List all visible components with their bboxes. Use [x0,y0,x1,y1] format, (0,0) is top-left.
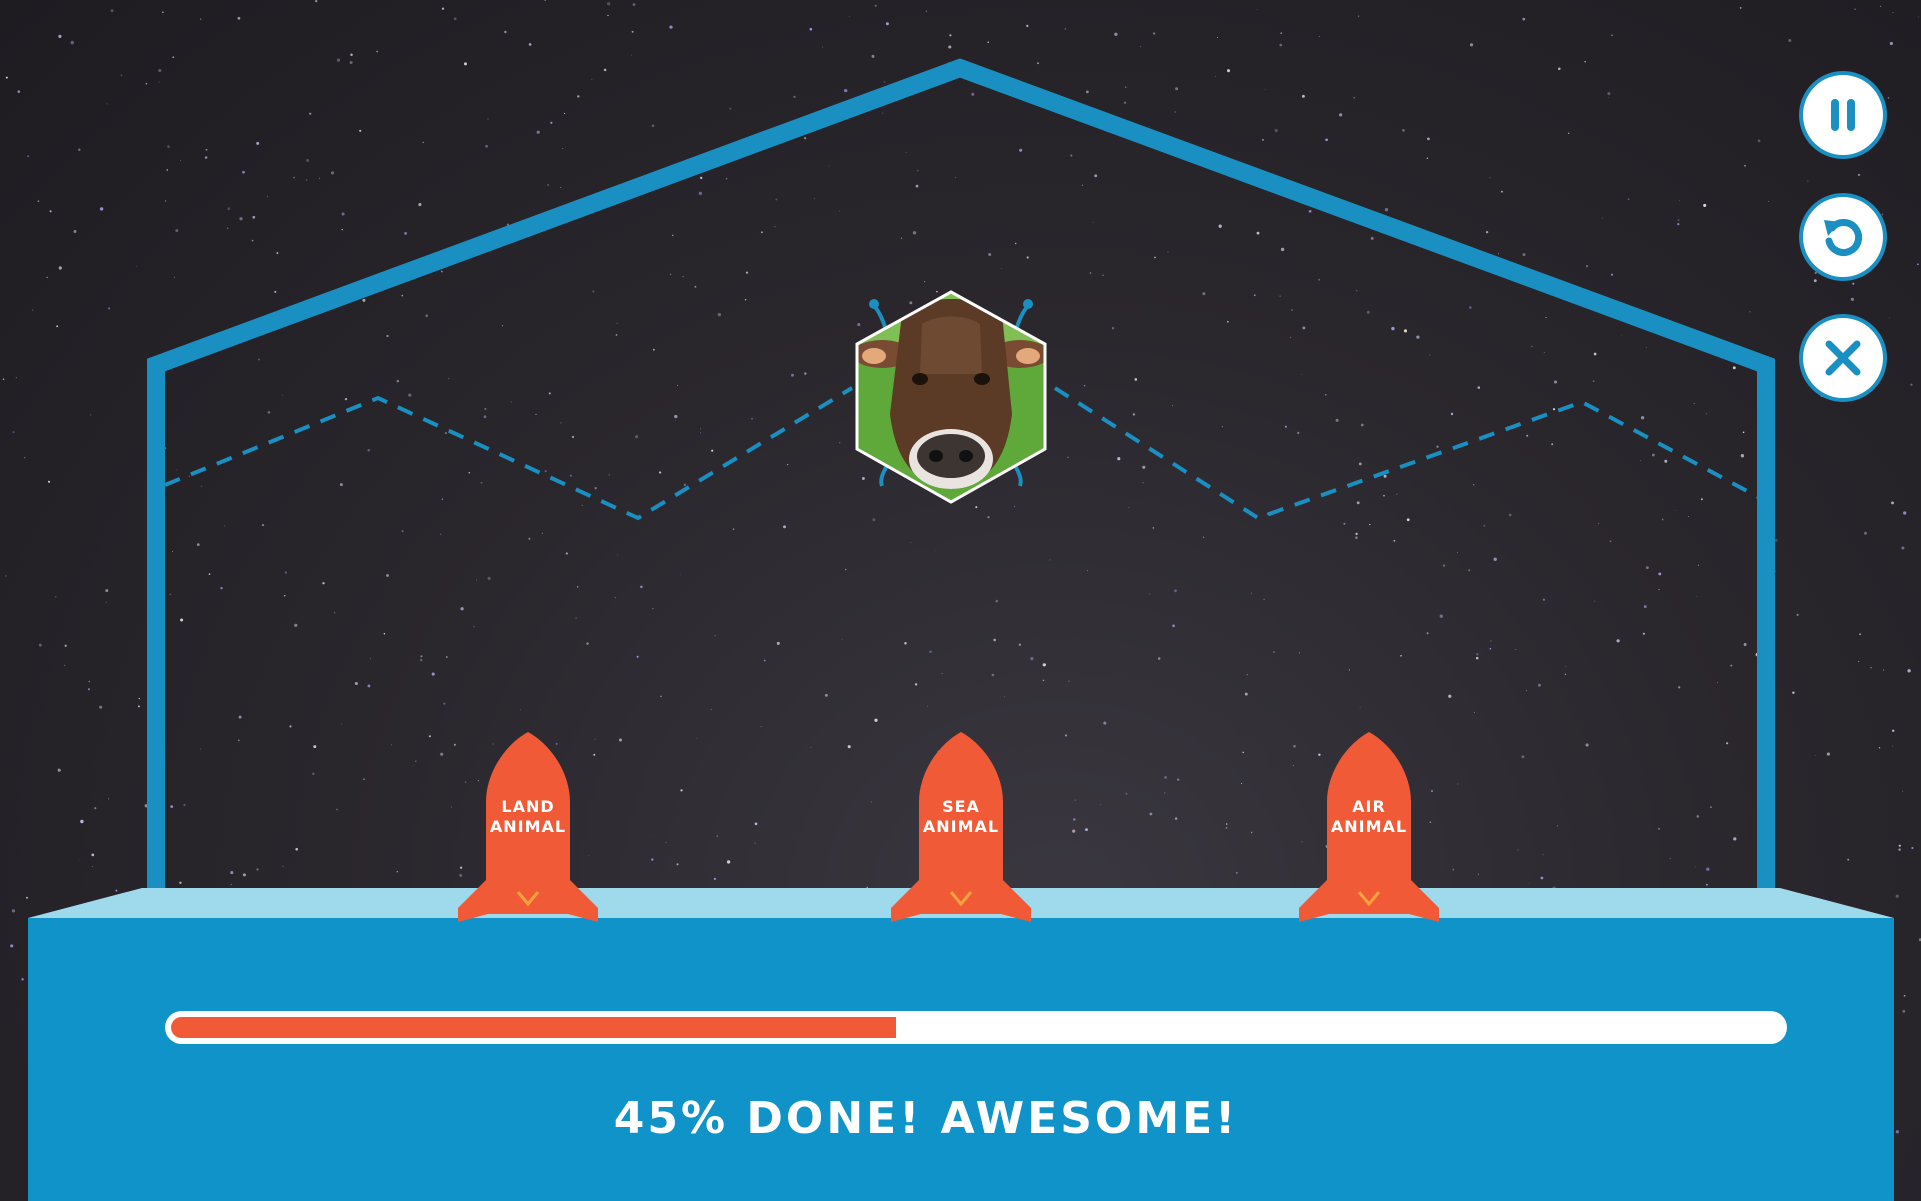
progress-bar [165,1011,1787,1044]
pause-button[interactable] [1799,71,1887,159]
progress-bar-fill [171,1017,896,1038]
close-icon [1825,340,1861,376]
flight-path-right [1053,386,1761,521]
rocket-label: AIR ANIMAL [1330,797,1408,836]
pause-icon [1831,99,1855,131]
rocket-label: SEA ANIMAL [922,797,1000,836]
antenna-tip-icon [869,299,879,309]
rocket-air-animal[interactable]: AIR ANIMAL [1299,732,1439,922]
flight-path-left [164,386,854,521]
rocket-label: LAND ANIMAL [489,797,567,836]
rocket-sea-animal[interactable]: SEA ANIMAL [891,732,1031,922]
restart-icon [1824,219,1863,256]
progress-status-text: 45% DONE! AWESOME! [613,1093,1239,1144]
close-button[interactable] [1799,314,1887,402]
restart-button[interactable] [1799,193,1887,281]
rocket-land-animal[interactable]: LAND ANIMAL [458,732,598,922]
animal-card-cow[interactable] [852,284,1050,510]
antenna-tip-icon [1023,299,1033,309]
platform-body [28,918,1894,1201]
